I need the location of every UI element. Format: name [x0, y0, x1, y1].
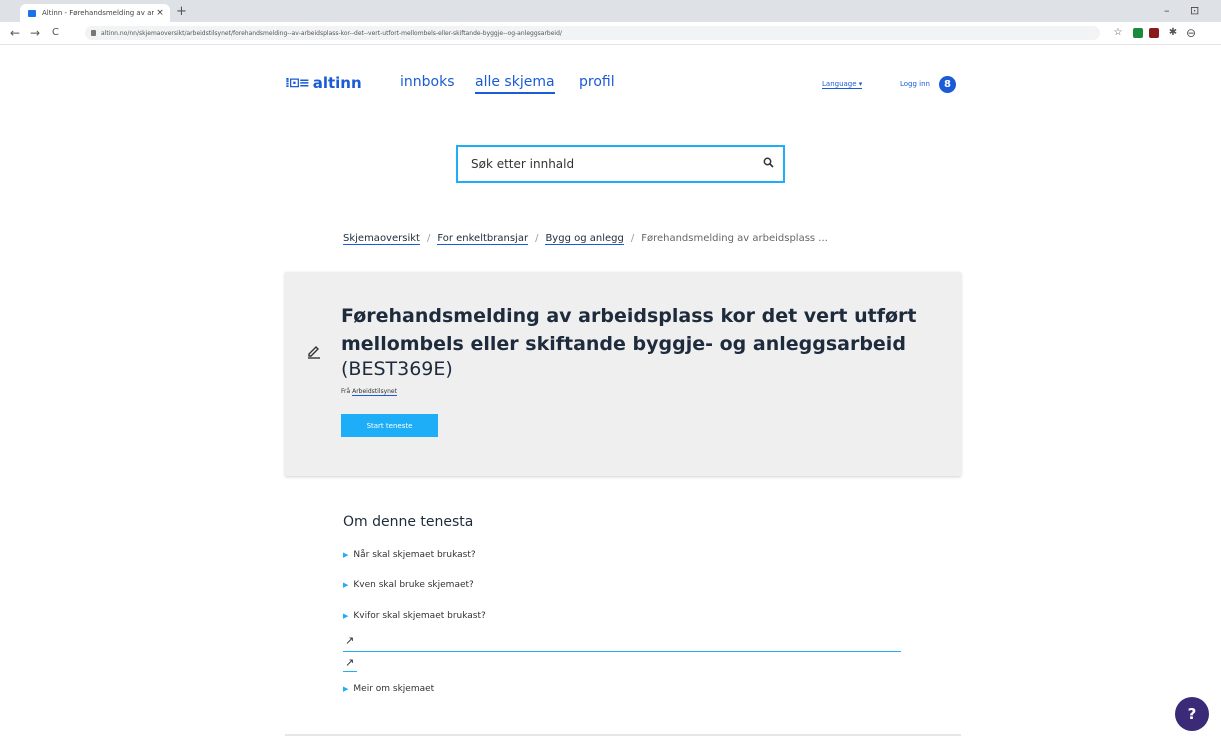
close-tab-icon[interactable]: ×: [154, 8, 166, 18]
accordion-label: Kvifor skal skjemaet brukast?: [353, 611, 486, 621]
search-box[interactable]: Søk etter innhald: [456, 145, 785, 183]
start-service-button[interactable]: Start teneste: [341, 414, 438, 437]
breadcrumb-separator: /: [630, 233, 635, 244]
nav-profil[interactable]: profil: [579, 74, 615, 90]
browser-tab[interactable]: Altinn - Førehandsmelding av arb ×: [20, 4, 170, 22]
form-title: Førehandsmelding av arbeidsplass kor det…: [341, 305, 917, 355]
form-agency-line: Frå Arbeidstilsynet: [341, 388, 397, 396]
agency-link[interactable]: Arbeidstilsynet: [352, 388, 397, 396]
back-icon[interactable]: ←: [10, 26, 20, 40]
nav-alle-skjema[interactable]: alle skjema: [475, 74, 555, 94]
divider: [343, 651, 901, 652]
breadcrumb: Skjemaoversikt / For enkeltbransjar / Bygg o…: [343, 233, 828, 245]
breadcrumb-link[interactable]: Bygg og anlegg: [545, 233, 624, 245]
accordion-item[interactable]: ▶ Kvifor skal skjemaet brukast?: [343, 611, 486, 621]
lock-icon: [91, 30, 96, 36]
reload-icon[interactable]: C: [52, 26, 59, 40]
forward-icon[interactable]: →: [30, 26, 40, 40]
caret-right-icon: ▶: [343, 581, 349, 589]
breadcrumb-separator: /: [535, 233, 539, 244]
bookmark-star-icon[interactable]: ☆: [1113, 28, 1123, 38]
browser-tab-bar: Altinn - Førehandsmelding av arb × + – ⊡: [0, 0, 1221, 22]
logo-text: altinn: [312, 74, 362, 92]
extension-red-icon[interactable]: [1149, 28, 1159, 38]
browser-toolbar: ← → C altinn.no/nn/skjemaoversikt/arbeid…: [0, 22, 1221, 45]
nav-innboks[interactable]: innboks: [400, 74, 455, 90]
breadcrumb-separator: /: [426, 233, 431, 244]
accordion-label: Kven skal bruke skjemaet?: [353, 580, 474, 590]
from-prefix: Frå: [341, 388, 351, 395]
section-divider: [285, 734, 961, 736]
tab-title: Altinn - Førehandsmelding av arb: [42, 9, 154, 17]
form-code: (BEST369E): [341, 358, 453, 380]
help-button[interactable]: ?: [1175, 697, 1209, 731]
login-icon[interactable]: 8: [939, 76, 956, 93]
favicon-icon: [28, 9, 36, 17]
address-bar[interactable]: altinn.no/nn/skjemaoversikt/arbeidstilsy…: [85, 26, 1100, 40]
logo-mark-icon: ⁞⊡≡: [285, 75, 310, 91]
profile-icon[interactable]: ⊖: [1186, 27, 1196, 39]
breadcrumb-link[interactable]: For enkeltbransjar: [437, 233, 529, 245]
language-dropdown[interactable]: Language ▾: [822, 80, 863, 89]
extension-green-icon[interactable]: [1133, 28, 1143, 38]
breadcrumb-link[interactable]: Skjemaoversikt: [343, 233, 420, 245]
accordion-item[interactable]: ▶ Kven skal bruke skjemaet?: [343, 580, 474, 590]
search-input[interactable]: Søk etter innhald: [458, 157, 753, 171]
accordion-label: Når skal skjemaet brukast?: [353, 550, 476, 560]
accordion-label: Meir om skjemaet: [353, 684, 435, 694]
minimize-icon[interactable]: –: [1164, 4, 1170, 17]
about-heading: Om denne tenesta: [343, 514, 474, 530]
edit-form-icon: [306, 344, 322, 364]
new-tab-button[interactable]: +: [176, 5, 187, 18]
url-text: altinn.no/nn/skjemaoversikt/arbeidstilsy…: [101, 29, 562, 37]
external-link-icon[interactable]: ↗: [345, 656, 354, 669]
caret-right-icon: ▶: [343, 551, 349, 559]
search-icon[interactable]: [753, 157, 783, 172]
caret-right-icon: ▶: [343, 612, 349, 620]
link-underline: [343, 671, 357, 672]
login-link[interactable]: Logg inn: [900, 80, 930, 88]
altinn-logo[interactable]: ⁞⊡≡ altinn: [285, 74, 362, 92]
accordion-item[interactable]: ▶ Når skal skjemaet brukast?: [343, 550, 476, 560]
external-link-icon[interactable]: ↗: [345, 634, 354, 647]
caret-right-icon: ▶: [343, 685, 349, 693]
restore-icon[interactable]: ⊡: [1190, 4, 1199, 17]
accordion-item[interactable]: ▶ Meir om skjemaet: [343, 684, 434, 694]
breadcrumb-current: Førehandsmelding av arbeidsplass ...: [641, 233, 828, 244]
extensions-puzzle-icon[interactable]: ✱: [1168, 28, 1178, 38]
